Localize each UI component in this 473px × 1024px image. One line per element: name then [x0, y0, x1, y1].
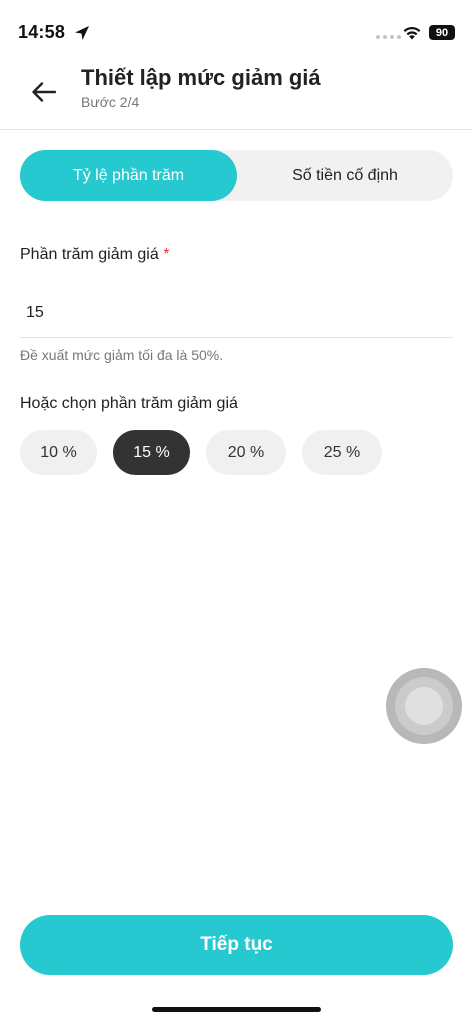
cellular-signal-icon — [376, 35, 401, 39]
home-indicator[interactable] — [152, 1007, 321, 1012]
assistive-touch-button[interactable] — [386, 668, 462, 744]
battery-indicator: 90 — [429, 25, 455, 40]
discount-hint: Đề xuất mức giảm tối đa là 50%. — [20, 347, 224, 363]
discount-percent-input[interactable] — [20, 288, 453, 338]
step-indicator: Bước 2/4 — [81, 94, 140, 110]
discount-percent-label-text: Phần trăm giảm giá — [20, 246, 159, 263]
chip-25-percent[interactable]: 25 % — [302, 430, 382, 475]
preset-label: Hoặc chọn phần trăm giảm giá — [20, 395, 238, 412]
assistive-touch-ring — [395, 677, 453, 735]
chip-15-percent[interactable]: 15 % — [113, 430, 190, 475]
required-mark: * — [163, 246, 170, 263]
tab-percentage[interactable]: Tỷ lệ phần trăm — [20, 150, 237, 201]
discount-percent-label: Phần trăm giảm giá * — [20, 246, 169, 264]
continue-button[interactable]: Tiếp tục — [20, 915, 453, 975]
discount-type-toggle: Tỷ lệ phần trăm Số tiền cố định — [20, 150, 453, 201]
assistive-touch-core — [405, 687, 443, 725]
status-time: 14:58 — [18, 22, 66, 42]
status-bar: 14:58 90 — [0, 0, 473, 60]
arrow-left-icon — [32, 82, 57, 102]
wifi-icon — [403, 26, 421, 40]
page-header: Thiết lập mức giảm giá Bước 2/4 — [0, 60, 473, 130]
tab-fixed-amount[interactable]: Số tiền cố định — [237, 150, 453, 201]
page-title: Thiết lập mức giảm giá — [81, 65, 321, 90]
chip-20-percent[interactable]: 20 % — [206, 430, 286, 475]
location-arrow-icon — [75, 26, 89, 40]
chip-10-percent[interactable]: 10 % — [20, 430, 97, 475]
back-button[interactable] — [24, 76, 64, 108]
